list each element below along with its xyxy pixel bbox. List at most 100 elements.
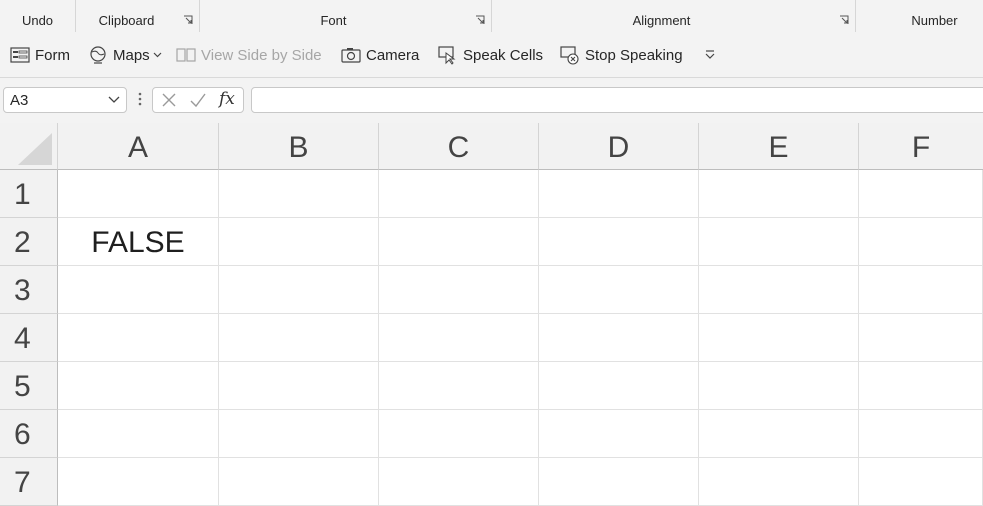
group-label-font: Font: [320, 13, 347, 28]
camera-label: Camera: [366, 46, 420, 64]
row-header-4[interactable]: 4: [0, 314, 58, 362]
cell-f3[interactable]: [859, 266, 983, 314]
stop-speaking-icon: [560, 46, 579, 65]
cell-b4[interactable]: [219, 314, 379, 362]
select-all-triangle-icon: [18, 133, 52, 165]
row-header-1[interactable]: 1: [0, 170, 58, 218]
cell-c5[interactable]: [379, 362, 539, 410]
group-label-alignment: Alignment: [632, 13, 691, 28]
cell-b2[interactable]: [219, 218, 379, 266]
ribbon-group-number: Number: [856, 0, 983, 32]
group-label-undo: Undo: [21, 13, 54, 28]
quick-access-toolbar: Form Maps View Side by Side Camera Speak…: [0, 32, 983, 78]
dialog-launcher-icon[interactable]: [839, 15, 849, 25]
cell-e3[interactable]: [699, 266, 859, 314]
select-all-corner[interactable]: [0, 123, 58, 170]
row-header-5[interactable]: 5: [0, 362, 58, 410]
speak-cells-button[interactable]: Speak Cells: [438, 44, 543, 66]
maps-label: Maps: [113, 46, 150, 64]
customize-toolbar-icon: [705, 50, 715, 59]
cell-a1[interactable]: [58, 170, 219, 218]
cell-f2[interactable]: [859, 218, 983, 266]
cell-b1[interactable]: [219, 170, 379, 218]
cell-e7[interactable]: [699, 458, 859, 506]
ribbon-group-undo: Undo: [0, 0, 76, 32]
cell-c2[interactable]: [379, 218, 539, 266]
cell-b7[interactable]: [219, 458, 379, 506]
name-box-value: A3: [10, 92, 29, 109]
cell-f7[interactable]: [859, 458, 983, 506]
cell-d2[interactable]: [539, 218, 699, 266]
name-box[interactable]: A3: [3, 87, 127, 113]
cell-b6[interactable]: [219, 410, 379, 458]
cell-value: FALSE: [91, 226, 185, 259]
dialog-launcher-icon[interactable]: [475, 15, 485, 25]
cell-f1[interactable]: [859, 170, 983, 218]
cell-c1[interactable]: [379, 170, 539, 218]
speak-cells-label: Speak Cells: [463, 46, 544, 64]
row-header-6[interactable]: 6: [0, 410, 58, 458]
camera-icon: [341, 48, 361, 63]
cell-e5[interactable]: [699, 362, 859, 410]
group-label-number: Number: [911, 13, 958, 28]
cell-b5[interactable]: [219, 362, 379, 410]
cell-f4[interactable]: [859, 314, 983, 362]
cell-a5[interactable]: [58, 362, 219, 410]
cell-c7[interactable]: [379, 458, 539, 506]
customize-qat-button[interactable]: [704, 44, 721, 66]
dialog-launcher-icon[interactable]: [183, 15, 193, 25]
cell-c4[interactable]: [379, 314, 539, 362]
cell-d4[interactable]: [539, 314, 699, 362]
column-header-d[interactable]: D: [539, 123, 699, 170]
cell-d3[interactable]: [539, 266, 699, 314]
cell-e1[interactable]: [699, 170, 859, 218]
speak-cells-icon: [438, 46, 456, 65]
globe-icon: [90, 46, 106, 64]
formula-tools: fx: [152, 87, 244, 113]
cell-d6[interactable]: [539, 410, 699, 458]
cell-e6[interactable]: [699, 410, 859, 458]
row-header-2[interactable]: 2: [0, 218, 58, 266]
cell-f5[interactable]: [859, 362, 983, 410]
ribbon-group-clipboard: Clipboard: [76, 0, 200, 32]
form-label: Form: [35, 46, 70, 64]
form-button[interactable]: Form: [10, 44, 70, 66]
insert-function-button[interactable]: fx: [219, 89, 235, 109]
row-header-3[interactable]: 3: [0, 266, 58, 314]
formula-input[interactable]: [251, 87, 983, 113]
more-options-icon[interactable]: [138, 91, 142, 107]
formula-bar: A3 fx: [0, 78, 983, 123]
chevron-down-icon[interactable]: [108, 96, 120, 104]
column-header-a[interactable]: A: [58, 123, 219, 170]
cell-b3[interactable]: [219, 266, 379, 314]
cell-a3[interactable]: [58, 266, 219, 314]
stop-speaking-button[interactable]: Stop Speaking: [560, 44, 683, 66]
cell-c6[interactable]: [379, 410, 539, 458]
column-header-b[interactable]: B: [219, 123, 379, 170]
row-header-7[interactable]: 7: [0, 458, 58, 506]
group-label-clipboard: Clipboard: [98, 13, 155, 28]
column-header-e[interactable]: E: [699, 123, 859, 170]
cell-a7[interactable]: [58, 458, 219, 506]
cell-a4[interactable]: [58, 314, 219, 362]
cell-f6[interactable]: [859, 410, 983, 458]
cell-a6[interactable]: [58, 410, 219, 458]
cell-e4[interactable]: [699, 314, 859, 362]
cell-d5[interactable]: [539, 362, 699, 410]
camera-button[interactable]: Camera: [341, 44, 419, 66]
column-header-f[interactable]: F: [859, 123, 983, 170]
enter-check-icon[interactable]: [189, 92, 207, 108]
cancel-icon[interactable]: [161, 92, 177, 108]
cell-d7[interactable]: [539, 458, 699, 506]
view-side-by-side-label: View Side by Side: [201, 46, 322, 64]
cell-a2[interactable]: FALSE: [58, 218, 219, 266]
form-icon: [10, 47, 30, 63]
view-side-by-side-button[interactable]: View Side by Side: [176, 44, 322, 66]
maps-button[interactable]: Maps: [88, 44, 167, 66]
stop-speaking-label: Stop Speaking: [585, 46, 683, 64]
cell-c3[interactable]: [379, 266, 539, 314]
column-header-c[interactable]: C: [379, 123, 539, 170]
cell-d1[interactable]: [539, 170, 699, 218]
cell-e2[interactable]: [699, 218, 859, 266]
ribbon-group-bar: Undo Clipboard Font Alignment Number: [0, 0, 983, 32]
